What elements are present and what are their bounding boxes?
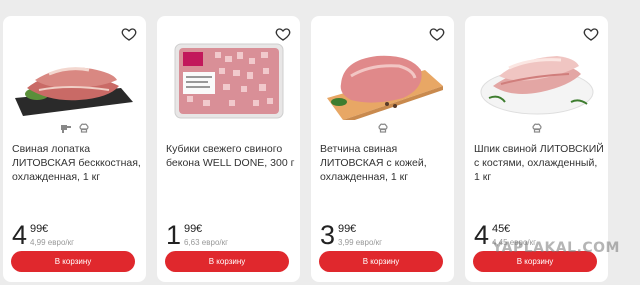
- price-whole: 3: [320, 220, 336, 250]
- price-whole: 4: [12, 220, 28, 250]
- unit-price: 4,45 евро/кг: [492, 238, 537, 247]
- product-image[interactable]: [163, 40, 293, 120]
- product-tags: [465, 122, 608, 136]
- product-grid: Свиная лопатка ЛИТОВСКАЯ бесккостная, ох…: [0, 0, 640, 285]
- chef-hat-icon: [531, 123, 542, 133]
- product-title[interactable]: Кубики свежего свиного бекона WELL DONE,…: [166, 142, 296, 170]
- price-fraction: 45: [492, 223, 505, 235]
- price-fraction: 99: [184, 223, 197, 235]
- price-whole: 1: [166, 220, 182, 250]
- product-card[interactable]: Ветчина свиная ЛИТОВСКАЯ с кожей, охлажд…: [311, 16, 454, 282]
- add-to-cart-button[interactable]: В корзину: [11, 251, 135, 272]
- product-title[interactable]: Шпик свиной ЛИТОВСКИЙ с костями, охлажде…: [474, 142, 604, 184]
- price-currency: €: [504, 223, 511, 235]
- product-card[interactable]: Свиная лопатка ЛИТОВСКАЯ бесккостная, ох…: [3, 16, 146, 282]
- product-title[interactable]: Ветчина свиная ЛИТОВСКАЯ с кожей, охлажд…: [320, 142, 450, 184]
- price-whole: 4: [474, 220, 490, 250]
- unit-price: 3,99 евро/кг: [338, 238, 383, 247]
- product-card[interactable]: Кубики свежего свиного бекона WELL DONE,…: [157, 16, 300, 282]
- add-to-cart-button[interactable]: В корзину: [473, 251, 597, 272]
- price-currency: €: [350, 223, 357, 235]
- price-fraction: 99: [30, 223, 43, 235]
- product-tags: [311, 122, 454, 136]
- product-tags: [3, 122, 146, 136]
- product-title[interactable]: Свиная лопатка ЛИТОВСКАЯ бесккостная, ох…: [12, 142, 142, 184]
- unit-price: 6,63 евро/кг: [184, 238, 229, 247]
- meat-grinder-icon: [60, 125, 71, 133]
- product-card[interactable]: Шпик свиной ЛИТОВСКИЙ с костями, охлажде…: [465, 16, 608, 282]
- add-to-cart-button[interactable]: В корзину: [319, 251, 443, 272]
- product-image[interactable]: [471, 40, 601, 120]
- product-image[interactable]: [317, 40, 447, 120]
- price-currency: €: [42, 223, 49, 235]
- chef-hat-icon: [78, 123, 89, 133]
- product-image[interactable]: [9, 40, 139, 120]
- chef-hat-icon: [377, 123, 388, 133]
- price-fraction: 99: [338, 223, 351, 235]
- add-to-cart-button[interactable]: В корзину: [165, 251, 289, 272]
- product-tags: [157, 122, 300, 136]
- price-currency: €: [196, 223, 203, 235]
- unit-price: 4,99 евро/кг: [30, 238, 75, 247]
